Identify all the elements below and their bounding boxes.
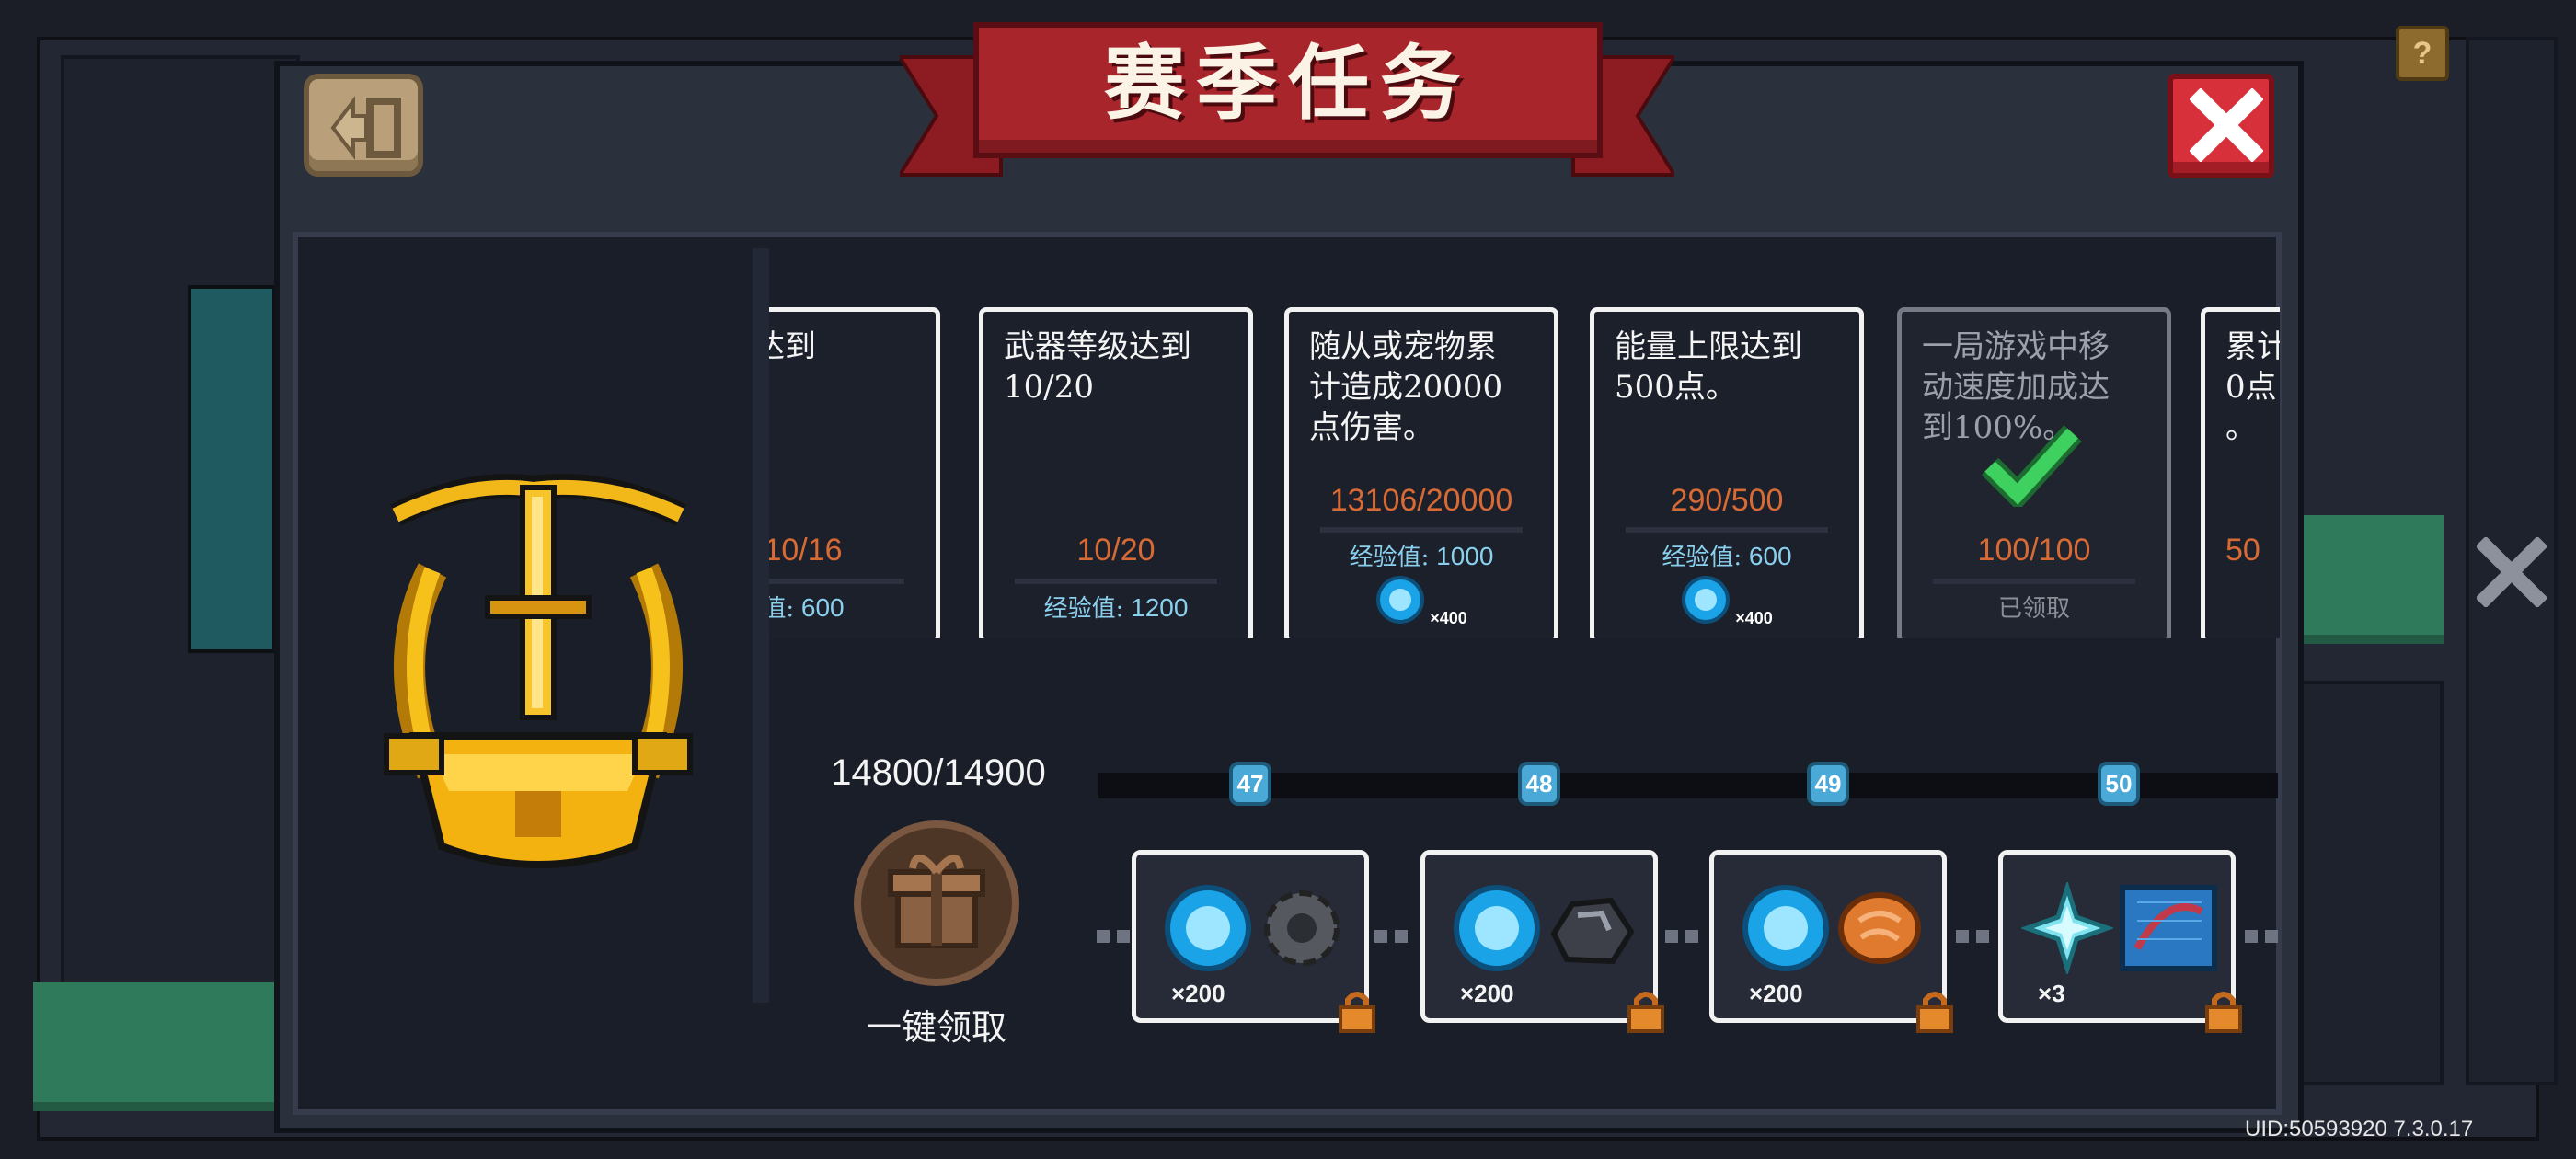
lock-icon [2205,992,2242,1033]
reward-quantity: ×200 [1171,980,1225,1007]
lock-icon [1916,992,1953,1033]
task-progress: 100/100 [1977,533,2091,568]
page-title: 赛季任务 [1103,35,1472,131]
task-card[interactable]: 随从或宠物累 计造成20000 点伤害。 13106/20000 经验值: 10… [1284,307,1558,638]
task-progress: 290/500 [1670,483,1784,518]
level-reward-box[interactable]: ×200 [1709,850,1953,1033]
task-card[interactable]: 武器等级达到 10/20 10/20 经验值: 1200 [979,307,1253,638]
level-reward-box[interactable]: ×200 [1132,850,1375,1033]
claim-all-label: 一键领取 [866,1007,1006,1048]
task-description: 累计 0点 。 [2225,328,2280,446]
uid-version-label: UID:50593920 7.3.0.17 [2245,1117,2474,1142]
task-progress-line [769,579,904,584]
task-progress: 50 [2225,533,2260,568]
task-card[interactable]: 能量上限达到 500点。 290/500 经验值: 600 ×400 [1590,307,1864,638]
blue-gem-icon [1682,576,1731,624]
level-marker: 50 [2098,762,2140,806]
reward-quantity: ×400 [1735,609,1773,627]
task-progress-line [1933,579,2135,584]
back-button[interactable] [304,74,423,177]
checkmark-icon [1981,425,2082,507]
claimed-label: 已领取 [1997,595,2070,623]
blueprint-icon [2120,885,2217,971]
task-description: 随从或宠物累 计造成20000 点伤害。 [1309,328,1503,446]
reward-quantity: ×200 [1749,980,1803,1007]
task-progress-line [1015,579,1217,584]
task-card-completed[interactable]: 一局游戏中移 动速度加成达 到100%。 100/100 已领取 [1897,307,2171,638]
lock-icon [1627,992,1664,1033]
task-description: 能量上限达到 500点。 [1615,328,1802,406]
blue-gem-icon [1454,885,1540,971]
task-reward: ×400 [1289,575,1554,627]
task-description: 等级达到 5 [769,328,816,365]
divider [753,248,769,1003]
reward-connector [1374,929,1415,943]
level-marker: 49 [1807,762,1849,806]
level-marker: 48 [1518,762,1560,806]
level-reward-box[interactable]: ×200 [1420,850,1664,1033]
task-exp: 经验值: 1000 [1349,542,1494,571]
reward-quantity: ×200 [1460,980,1514,1007]
season-exp-total: 14800/14900 [831,752,1046,793]
blue-gem-icon [1742,885,1829,971]
task-exp: 经验值: 1200 [1043,593,1189,623]
gift-icon [888,855,985,948]
blue-gem-icon [1165,885,1251,971]
task-card[interactable]: 累计 0点 。 50 [2201,307,2280,638]
reward-connector [2245,929,2285,943]
help-icon[interactable]: ? [2396,26,2449,81]
season-trophy-badge [377,460,699,892]
task-description: 武器等级达到 10/20 [1004,328,1191,406]
task-progress: 13106/20000 [1329,483,1513,518]
task-exp: 经验值: 600 [1662,542,1792,571]
background-green-button[interactable] [33,982,276,1111]
side-close-icon[interactable] [2475,535,2548,611]
task-progress-line [1320,527,1523,533]
reward-quantity: ×3 [2038,980,2065,1007]
back-arrow-icon [330,96,401,160]
reward-connector [1665,929,1706,943]
task-reward: ×400 [1594,575,1859,627]
task-progress: 10/20 [1076,533,1156,568]
claim-all-button[interactable] [854,820,1019,986]
gear-part-icon [1264,890,1340,966]
background-right-green-button[interactable] [2300,515,2444,644]
level-marker: 47 [1229,762,1271,806]
close-icon [2190,88,2263,162]
task-card[interactable]: 等级达到 5 10/16 值: 600 [769,307,940,638]
close-button[interactable] [2168,74,2274,178]
lock-icon [1339,992,1375,1033]
background-character-portrait [188,285,276,653]
crystal-icon [2021,882,2113,974]
reward-quantity: ×400 [1430,609,1467,627]
task-progress: 10/16 [769,533,843,568]
blue-gem-icon [1376,576,1425,624]
background-right-panel [2300,681,2444,1085]
task-progress-line [1626,527,1828,533]
task-exp: 值: 600 [769,593,845,623]
meat-icon [1838,892,1921,964]
reward-connector [1956,929,1996,943]
task-cards-row[interactable]: 等级达到 5 10/16 值: 600 武器等级达到 10/20 10/20 经… [769,307,2280,638]
ore-icon [1550,897,1635,965]
level-reward-box[interactable]: ×3 [1998,850,2242,1033]
